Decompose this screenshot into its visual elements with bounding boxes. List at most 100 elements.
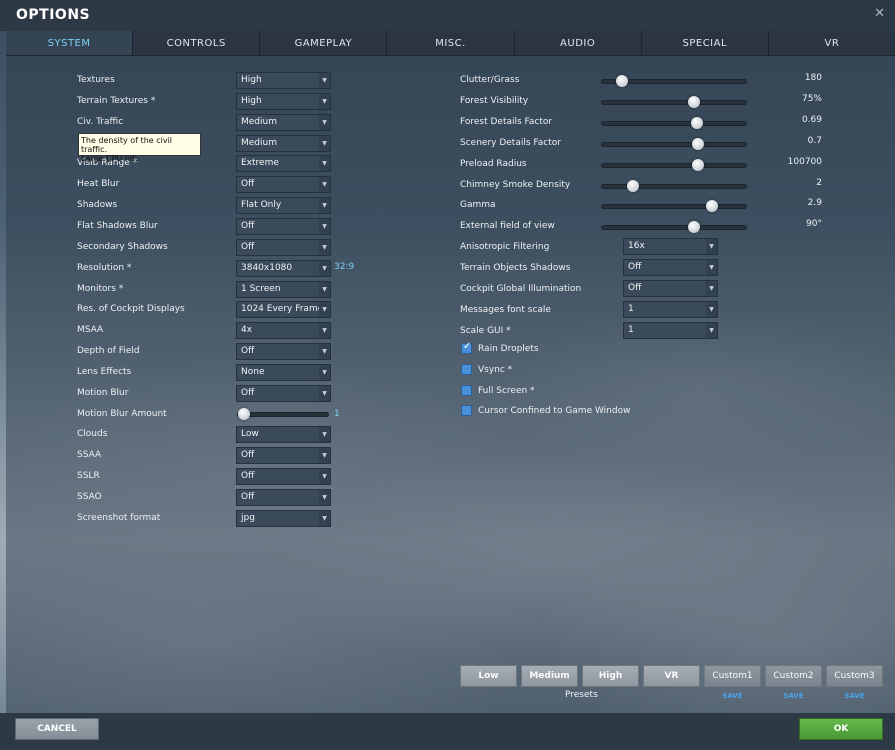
title-bar: OPTIONS ✕ — [0, 0, 895, 31]
motion-blur-dropdown[interactable]: Off ▼ — [236, 385, 331, 402]
preset-button-low[interactable]: Low — [460, 665, 517, 687]
ssao-dropdown[interactable]: Off ▼ — [236, 489, 331, 506]
scale-gui-dropdown[interactable]: 1 ▼ — [623, 322, 718, 339]
setting-label-scale-gui: Scale GUI * — [460, 326, 511, 336]
clutter-grass-slider[interactable] — [601, 75, 747, 87]
cockpit-global-illumination-dropdown[interactable]: Off ▼ — [623, 280, 718, 297]
tab-special[interactable]: SPECIAL — [641, 31, 769, 55]
setting-dropdown[interactable]: Medium ▼ — [236, 135, 331, 152]
preset-button-high[interactable]: High — [582, 665, 639, 687]
setting-label-terrain-textures: Terrain Textures * — [77, 96, 156, 106]
setting-label-messages-font-scale: Messages font scale — [460, 305, 551, 315]
save-custom1-link[interactable]: SAVE — [704, 692, 761, 700]
dropdown-value: Off — [241, 179, 255, 189]
forest-visibility-value: 75% — [801, 94, 822, 104]
chevron-down-icon: ▼ — [319, 240, 330, 255]
lens-effects-dropdown[interactable]: None ▼ — [236, 364, 331, 381]
messages-font-scale-dropdown[interactable]: 1 ▼ — [623, 301, 718, 318]
preload-radius-slider[interactable] — [601, 159, 747, 171]
chimney-smoke-density-slider[interactable] — [601, 180, 747, 192]
ok-button[interactable]: OK — [799, 718, 883, 740]
chevron-down-icon: ▼ — [706, 323, 717, 338]
chevron-down-icon: ▼ — [319, 427, 330, 442]
close-icon[interactable]: ✕ — [874, 6, 885, 21]
forest-visibility-slider[interactable] — [601, 96, 747, 108]
chevron-down-icon: ▼ — [319, 511, 330, 526]
slider-knob[interactable] — [690, 117, 703, 129]
save-custom2-link[interactable]: SAVE — [765, 692, 822, 700]
dropdown-value: 3840x1080 — [241, 263, 293, 273]
vsync-checkbox[interactable] — [461, 364, 472, 375]
chevron-down-icon: ▼ — [319, 198, 330, 213]
forest-details-factor-slider[interactable] — [601, 117, 747, 129]
preset-button-vr[interactable]: VR — [643, 665, 700, 687]
setting-label-screenshot-format: Screenshot format — [77, 513, 161, 523]
scenery-details-factor-slider[interactable] — [601, 138, 747, 150]
tab-controls[interactable]: CONTROLS — [133, 31, 261, 55]
dropdown-value: Extreme — [241, 158, 279, 168]
terrain-objects-shadows-dropdown[interactable]: Off ▼ — [623, 259, 718, 276]
depth-of-field-dropdown[interactable]: Off ▼ — [236, 343, 331, 360]
setting-label-motion-blur-amount: Motion Blur Amount — [77, 409, 167, 419]
clouds-dropdown[interactable]: Low ▼ — [236, 426, 331, 443]
res-of-cockpit-displays-dropdown[interactable]: 1024 Every Frame ▼ — [236, 301, 331, 318]
tab-audio[interactable]: AUDIO — [514, 31, 642, 55]
shadows-dropdown[interactable]: Flat Only ▼ — [236, 197, 331, 214]
heat-blur-dropdown[interactable]: Off ▼ — [236, 176, 331, 193]
monitors-dropdown[interactable]: 1 Screen ▼ — [236, 281, 331, 298]
dropdown-value: 4x — [241, 325, 253, 335]
rain-droplets-checkbox[interactable]: ✓ — [461, 341, 472, 354]
dropdown-value: jpg — [241, 513, 255, 523]
chevron-down-icon: ▼ — [319, 323, 330, 338]
preset-button-custom1[interactable]: Custom1 — [704, 665, 761, 687]
dropdown-value: Off — [241, 346, 255, 356]
aspect-ratio-label: 32:9 — [334, 262, 355, 272]
full-screen-checkbox[interactable] — [461, 385, 472, 396]
secondary-shadows-dropdown[interactable]: Off ▼ — [236, 239, 331, 256]
presets-label: Presets — [565, 690, 598, 700]
slider-value: 1 — [334, 409, 340, 419]
slider-knob[interactable] — [705, 200, 718, 212]
tab-system[interactable]: SYSTEM — [6, 31, 134, 55]
slider-knob[interactable] — [238, 408, 250, 420]
msaa-dropdown[interactable]: 4x ▼ — [236, 322, 331, 339]
setting-label-heat-blur: Heat Blur — [77, 179, 120, 189]
motion-blur-amount-slider[interactable] — [237, 408, 329, 420]
ssaa-dropdown[interactable]: Off ▼ — [236, 447, 331, 464]
terrain-textures-dropdown[interactable]: High ▼ — [236, 93, 331, 110]
setting-label-res-of-cockpit-displays: Res. of Cockpit Displays — [77, 304, 185, 314]
anisotropic-filtering-dropdown[interactable]: 16x ▼ — [623, 238, 718, 255]
tab-misc[interactable]: MISC. — [387, 31, 515, 55]
resolution-dropdown[interactable]: 3840x1080 ▼ — [236, 260, 331, 277]
gamma-slider[interactable] — [601, 200, 747, 212]
slider-knob[interactable] — [626, 180, 639, 192]
setting-label-clutter-grass: Clutter/Grass — [460, 75, 520, 85]
chevron-down-icon: ▼ — [706, 302, 717, 317]
setting-label-ssao: SSAO — [77, 492, 102, 502]
cursor-confined-to-game-window-checkbox[interactable] — [461, 405, 472, 416]
tab-gameplay[interactable]: GAMEPLAY — [260, 31, 388, 55]
dropdown-value: Off — [241, 388, 255, 398]
visib-range-dropdown[interactable]: Extreme ▼ — [236, 155, 331, 172]
chevron-down-icon: ▼ — [319, 490, 330, 505]
footer-bar — [0, 713, 895, 750]
tab-vr[interactable]: VR — [768, 31, 895, 55]
preset-button-custom3[interactable]: Custom3 — [826, 665, 883, 687]
slider-knob[interactable] — [687, 221, 700, 233]
slider-knob[interactable] — [687, 96, 700, 108]
setting-label-chimney-smoke-density: Chimney Smoke Density — [460, 180, 571, 190]
chevron-down-icon: ▼ — [706, 281, 717, 296]
dropdown-value: 1 — [628, 325, 634, 335]
setting-label-preload-radius: Preload Radius — [460, 159, 527, 169]
cancel-button[interactable]: CANCEL — [15, 718, 99, 740]
preset-button-medium[interactable]: Medium — [521, 665, 578, 687]
civ-traffic-dropdown[interactable]: Medium ▼ — [236, 114, 331, 131]
screenshot-format-dropdown[interactable]: jpg ▼ — [236, 510, 331, 527]
flat-shadows-blur-dropdown[interactable]: Off ▼ — [236, 218, 331, 235]
preset-button-custom2[interactable]: Custom2 — [765, 665, 822, 687]
sslr-dropdown[interactable]: Off ▼ — [236, 468, 331, 485]
save-custom3-link[interactable]: SAVE — [826, 692, 883, 700]
external-field-of-view-slider[interactable] — [601, 221, 747, 233]
textures-dropdown[interactable]: High ▼ — [236, 72, 331, 89]
dropdown-value: Off — [628, 262, 642, 272]
